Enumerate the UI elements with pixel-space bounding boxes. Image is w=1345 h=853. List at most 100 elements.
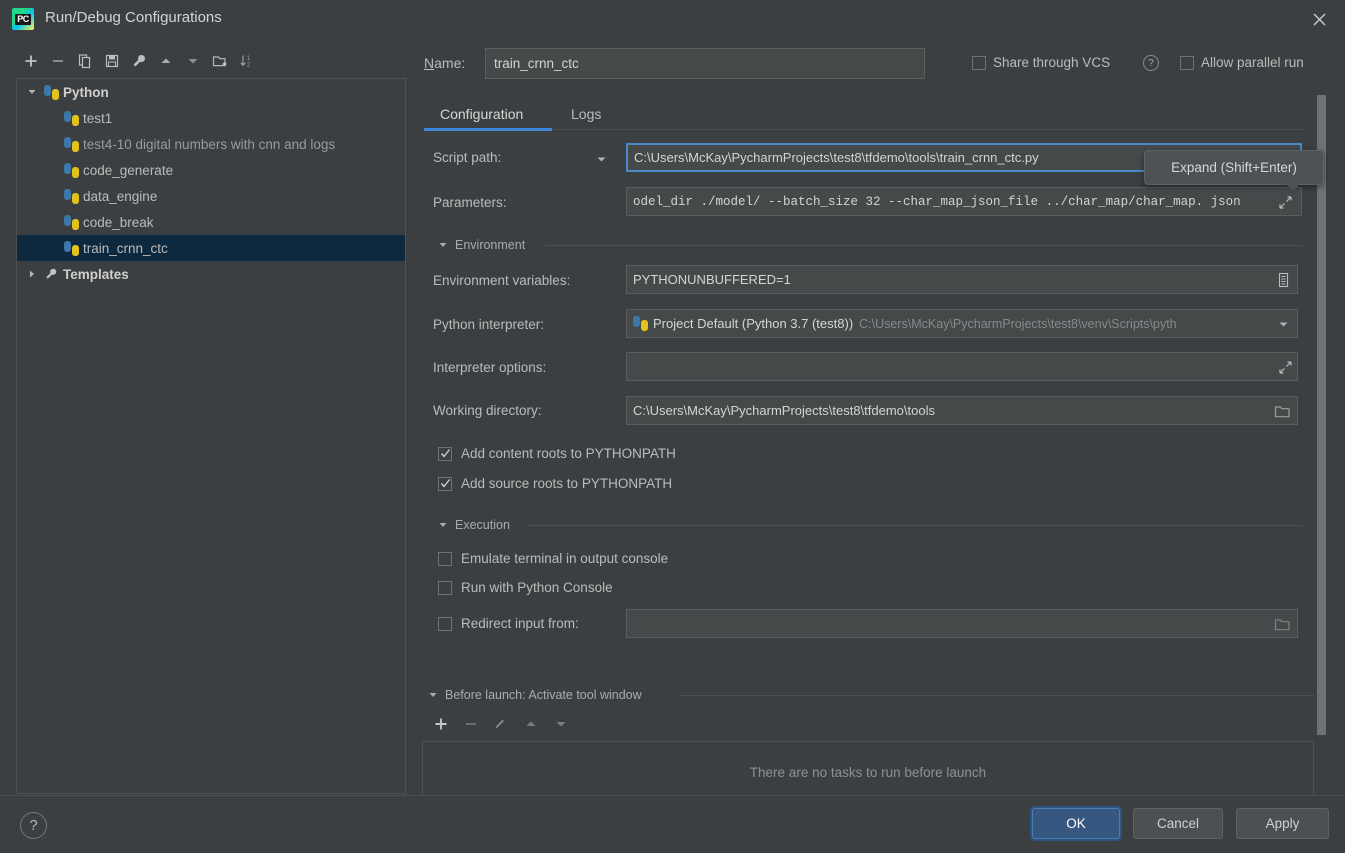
tree-node-test4[interactable]: test4-10 digital numbers with cnn and lo… bbox=[17, 131, 405, 157]
working-directory-input[interactable]: C:\Users\McKay\PycharmProjects\test8\tfd… bbox=[626, 396, 1298, 425]
help-button[interactable]: ? bbox=[20, 812, 47, 839]
python-icon bbox=[41, 84, 61, 100]
tree-node-code-generate[interactable]: code_generate bbox=[17, 157, 405, 183]
script-path-value: C:\Users\McKay\PycharmProjects\test8\tfd… bbox=[634, 150, 1039, 165]
expand-tooltip: Expand (Shift+Enter) bbox=[1144, 150, 1324, 191]
add-configuration-button[interactable] bbox=[18, 49, 44, 73]
redirect-input-field[interactable] bbox=[626, 609, 1298, 638]
move-up-button[interactable] bbox=[153, 49, 179, 73]
parameters-expand-icon[interactable] bbox=[1274, 191, 1296, 213]
execution-section-header[interactable]: Execution bbox=[438, 518, 510, 532]
checkbox-box[interactable] bbox=[438, 476, 452, 491]
pycharm-logo-icon: PC bbox=[12, 8, 34, 30]
copy-configuration-button[interactable] bbox=[72, 49, 98, 73]
cancel-button[interactable]: Cancel bbox=[1133, 808, 1223, 839]
tree-node-templates[interactable]: Templates bbox=[17, 261, 405, 287]
before-launch-move-down-button bbox=[548, 712, 574, 736]
script-path-dropdown-icon[interactable] bbox=[590, 148, 612, 170]
chevron-down-icon bbox=[439, 523, 447, 527]
tab-divider bbox=[424, 129, 1304, 130]
folder-icon[interactable] bbox=[1271, 400, 1293, 422]
remove-configuration-button[interactable] bbox=[45, 49, 71, 73]
tree-node-label: test4-10 digital numbers with cnn and lo… bbox=[83, 136, 336, 152]
env-variables-input[interactable]: PYTHONUNBUFFERED=1 bbox=[626, 265, 1298, 294]
tree-node-data-engine[interactable]: data_engine bbox=[17, 183, 405, 209]
edit-list-icon[interactable] bbox=[1272, 269, 1294, 291]
tab-configuration[interactable]: Configuration bbox=[434, 98, 529, 130]
working-directory-label: Working directory: bbox=[433, 403, 542, 418]
add-content-roots-label: Add content roots to PYTHONPATH bbox=[461, 446, 676, 461]
folder-icon[interactable] bbox=[1271, 613, 1293, 635]
add-source-roots-checkbox[interactable]: Add source roots to PYTHONPATH bbox=[438, 476, 672, 491]
share-through-vcs-label: Share through VCS bbox=[993, 55, 1111, 70]
ok-button[interactable]: OK bbox=[1032, 808, 1120, 839]
chevron-down-icon bbox=[429, 693, 437, 697]
execution-section-label: Execution bbox=[455, 518, 510, 532]
redirect-input-checkbox[interactable]: Redirect input from: bbox=[438, 616, 579, 631]
save-configuration-button[interactable] bbox=[99, 49, 125, 73]
emulate-terminal-checkbox[interactable]: Emulate terminal in output console bbox=[438, 551, 668, 566]
tree-node-label: Python bbox=[63, 84, 109, 100]
python-interpreter-value: Project Default (Python 3.7 (test8)) bbox=[653, 316, 854, 331]
chevron-right-icon[interactable] bbox=[23, 269, 41, 279]
before-launch-toolbar bbox=[428, 712, 574, 736]
env-variables-value: PYTHONUNBUFFERED=1 bbox=[633, 272, 791, 287]
question-mark-icon[interactable]: ? bbox=[1143, 55, 1159, 71]
tree-node-code-break[interactable]: code_break bbox=[17, 209, 405, 235]
tree-node-label: code_break bbox=[83, 214, 154, 230]
checkbox-box[interactable] bbox=[438, 551, 452, 566]
apply-button[interactable]: Apply bbox=[1236, 808, 1329, 839]
tooltip-text: Expand (Shift+Enter) bbox=[1171, 160, 1297, 175]
python-icon bbox=[61, 188, 81, 204]
before-launch-section-header[interactable]: Before launch: Activate tool window bbox=[428, 688, 642, 702]
interpreter-options-label: Interpreter options: bbox=[433, 360, 547, 375]
run-with-python-console-checkbox[interactable]: Run with Python Console bbox=[438, 580, 613, 595]
wrench-icon[interactable] bbox=[126, 49, 152, 73]
python-icon bbox=[61, 136, 81, 152]
add-source-roots-label: Add source roots to PYTHONPATH bbox=[461, 476, 673, 491]
working-directory-value: C:\Users\McKay\PycharmProjects\test8\tfd… bbox=[633, 403, 935, 418]
tree-node-python[interactable]: Python bbox=[17, 79, 405, 105]
name-input[interactable] bbox=[485, 48, 925, 79]
tree-node-label: test1 bbox=[83, 110, 113, 126]
vertical-scrollbar-thumb[interactable] bbox=[1317, 95, 1326, 735]
python-interpreter-dropdown-icon[interactable] bbox=[1272, 313, 1294, 335]
python-icon bbox=[61, 240, 81, 256]
move-down-button[interactable] bbox=[180, 49, 206, 73]
python-interpreter-label: Python interpreter: bbox=[433, 317, 545, 332]
share-through-vcs-checkbox[interactable]: Share through VCS bbox=[972, 55, 1110, 70]
environment-section-header[interactable]: Environment bbox=[438, 238, 525, 252]
python-icon bbox=[61, 214, 81, 230]
checkbox-box[interactable] bbox=[972, 55, 986, 70]
sort-az-icon[interactable]: 1 2 bbox=[234, 49, 260, 73]
checkbox-box[interactable] bbox=[1180, 55, 1194, 70]
allow-parallel-run-checkbox[interactable]: Allow parallel run bbox=[1180, 55, 1304, 70]
before-launch-task-list[interactable]: There are no tasks to run before launch bbox=[422, 741, 1314, 803]
tab-logs[interactable]: Logs bbox=[565, 98, 607, 130]
configurations-tree[interactable]: Python test1 test4-10 digital numbers wi… bbox=[16, 78, 406, 794]
before-launch-edit-button bbox=[488, 712, 514, 736]
interpreter-options-expand-icon[interactable] bbox=[1274, 356, 1296, 378]
close-icon[interactable] bbox=[1307, 7, 1331, 31]
wrench-icon bbox=[41, 267, 61, 281]
svg-text:2: 2 bbox=[247, 63, 251, 69]
interpreter-options-input[interactable] bbox=[626, 352, 1298, 381]
parameters-input[interactable]: odel_dir ./model/ --batch_size 32 --char… bbox=[626, 187, 1302, 216]
python-interpreter-combo[interactable]: Project Default (Python 3.7 (test8)) C:\… bbox=[626, 309, 1298, 338]
tree-node-label: data_engine bbox=[83, 188, 158, 204]
checkbox-box[interactable] bbox=[438, 580, 452, 595]
env-variables-label: Environment variables: bbox=[433, 273, 571, 288]
dialog-button-bar: ? OK Cancel Apply bbox=[0, 795, 1345, 853]
tree-node-test1[interactable]: test1 bbox=[17, 105, 405, 131]
before-launch-add-button[interactable] bbox=[428, 712, 454, 736]
tree-node-label: Templates bbox=[63, 266, 129, 282]
tree-node-train-crnn-ctc[interactable]: train_crnn_ctc bbox=[17, 235, 405, 261]
emulate-terminal-label: Emulate terminal in output console bbox=[461, 551, 669, 566]
new-folder-button[interactable] bbox=[207, 49, 233, 73]
checkbox-box[interactable] bbox=[438, 446, 452, 461]
python-icon bbox=[61, 110, 81, 126]
add-content-roots-checkbox[interactable]: Add content roots to PYTHONPATH bbox=[438, 446, 676, 461]
chevron-down-icon[interactable] bbox=[23, 87, 41, 97]
run-with-python-console-label: Run with Python Console bbox=[461, 580, 613, 595]
checkbox-box[interactable] bbox=[438, 616, 452, 631]
